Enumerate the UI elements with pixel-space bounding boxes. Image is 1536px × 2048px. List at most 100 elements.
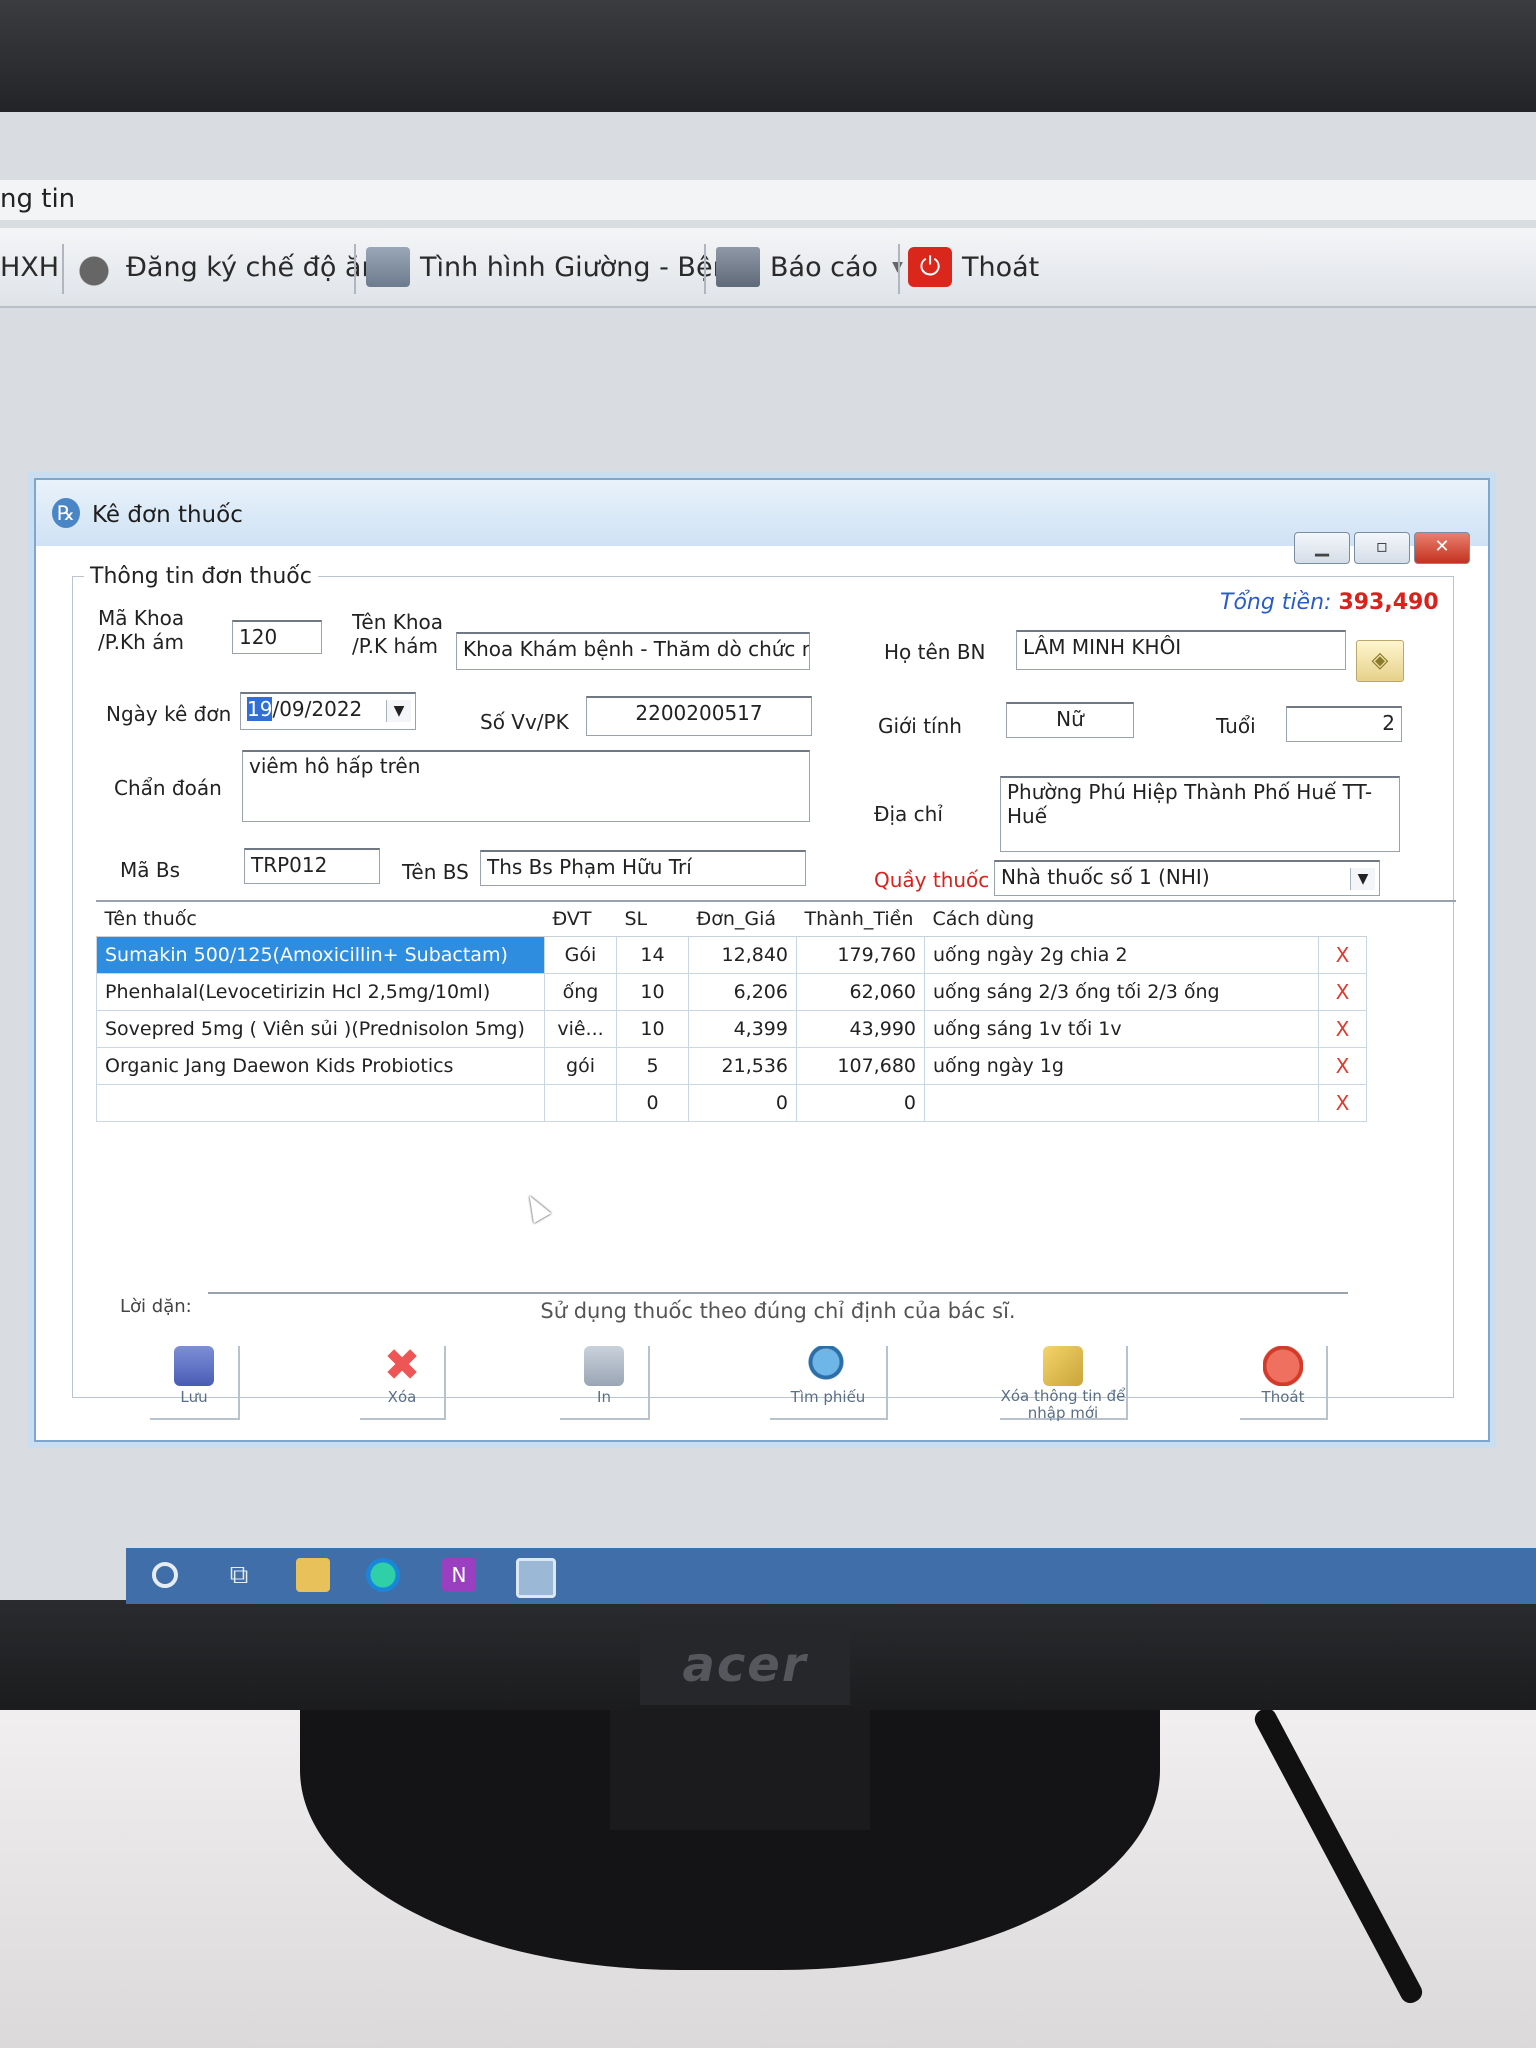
minimize-button[interactable]: ▁ bbox=[1294, 532, 1350, 564]
toolbar-item-beds[interactable]: Tình hình Giường - Bệnh bbox=[366, 242, 747, 292]
chevron-down-icon[interactable]: ▼ bbox=[386, 700, 411, 722]
toolbar-item-label: Tình hình Giường - Bệnh bbox=[420, 251, 747, 283]
cell-don-gia[interactable]: 21,536 bbox=[688, 1047, 797, 1085]
save-button[interactable]: Lưu bbox=[150, 1346, 240, 1420]
total-amount: Tổng tiền: 393,490 bbox=[1216, 590, 1443, 615]
delete-row-button[interactable]: X bbox=[1318, 936, 1367, 974]
cell-cach-dung[interactable]: uống sáng 2/3 ống tối 2/3 ống bbox=[924, 973, 1319, 1011]
onenote-icon[interactable]: N bbox=[442, 1558, 476, 1592]
column-header-sl[interactable]: SL bbox=[616, 902, 689, 937]
tuoi-field[interactable]: 2 bbox=[1286, 706, 1402, 742]
tuoi-label: Tuổi bbox=[1216, 714, 1256, 738]
cell-cach-dung[interactable]: uống ngày 1g bbox=[924, 1047, 1319, 1085]
ten-khoa-field[interactable]: Khoa Khám bệnh - Thăm dò chức n bbox=[456, 632, 810, 670]
column-header-cach-dung[interactable]: Cách dùng bbox=[924, 902, 1319, 937]
patient-lookup-button[interactable]: ◈ bbox=[1356, 640, 1404, 682]
toolbar-item-diet[interactable]: Đăng ký chế độ ăn bbox=[72, 242, 379, 292]
cell-don-gia[interactable]: 4,399 bbox=[688, 1010, 797, 1048]
cell-ten-thuoc[interactable] bbox=[96, 1084, 545, 1122]
cell-thanh-tien[interactable]: 0 bbox=[796, 1084, 925, 1122]
cell-cach-dung[interactable] bbox=[924, 1084, 1319, 1122]
cell-sl[interactable]: 14 bbox=[616, 936, 689, 974]
ngay-ke-don-datepicker[interactable]: 19/09/2022 ▼ bbox=[240, 692, 416, 730]
toolbar-item-bhxh[interactable]: HXH bbox=[0, 242, 59, 292]
cell-thanh-tien[interactable]: 43,990 bbox=[796, 1010, 925, 1048]
cell-don-gia[interactable]: 6,206 bbox=[688, 973, 797, 1011]
exit-button[interactable]: Thoát bbox=[1240, 1346, 1328, 1420]
floppy-disk-icon bbox=[174, 1346, 214, 1386]
cell-dvt[interactable]: ống bbox=[544, 973, 617, 1011]
ma-khoa-label: Mã Khoa /P.Kh ám bbox=[98, 606, 185, 654]
cell-don-gia[interactable]: 12,840 bbox=[688, 936, 797, 974]
find-button[interactable]: Tìm phiếu bbox=[770, 1346, 888, 1420]
bed-icon bbox=[366, 247, 410, 287]
menu-item-partial[interactable]: ng tin bbox=[0, 184, 75, 214]
app-logo-icon: ℞ bbox=[52, 498, 80, 528]
ma-khoa-field[interactable]: 120 bbox=[232, 620, 322, 654]
so-vv-field[interactable]: 2200200517 bbox=[586, 696, 812, 736]
power-icon: ⏻ bbox=[908, 247, 952, 287]
clear-form-button[interactable]: Xóa thông tin để nhập mới bbox=[1000, 1346, 1128, 1422]
toolbar-item-exit[interactable]: ⏻ Thoát bbox=[908, 242, 1039, 292]
quay-thuoc-select[interactable]: Nhà thuốc số 1 (NHI) ▼ bbox=[994, 860, 1380, 896]
cell-ten-thuoc[interactable]: Phenhalal(Levocetirizin Hcl 2,5mg/10ml) bbox=[96, 973, 545, 1011]
ma-bs-field[interactable]: TRP012 bbox=[244, 848, 380, 884]
maximize-button[interactable]: ▫ bbox=[1354, 532, 1410, 564]
ten-bs-field[interactable]: Ths Bs Phạm Hữu Trí bbox=[480, 850, 806, 886]
main-toolbar: HXH Đăng ký chế độ ăn Tình hình Giường -… bbox=[0, 228, 1536, 308]
cell-dvt[interactable]: viê... bbox=[544, 1010, 617, 1048]
cell-dvt[interactable] bbox=[544, 1084, 617, 1122]
delete-row-button[interactable]: X bbox=[1318, 1010, 1367, 1048]
ho-ten-bn-field[interactable]: LÂM MINH KHÔI bbox=[1016, 630, 1346, 670]
cell-cach-dung[interactable]: uống sáng 1v tối 1v bbox=[924, 1010, 1319, 1048]
monitor-bezel-top bbox=[0, 0, 1536, 130]
close-button[interactable]: ✕ bbox=[1414, 532, 1470, 564]
table-row[interactable]: Sovepred 5mg ( Viên sủi )(Prednisolon 5m… bbox=[96, 1010, 1367, 1048]
browser-icon[interactable] bbox=[366, 1558, 400, 1592]
column-header-ten-thuoc[interactable]: Tên thuốc bbox=[96, 902, 545, 937]
ngay-ke-don-label: Ngày kê đơn bbox=[106, 702, 232, 726]
cell-ten-thuoc[interactable]: Sovepred 5mg ( Viên sủi )(Prednisolon 5m… bbox=[96, 1010, 545, 1048]
gioi-tinh-field[interactable]: Nữ bbox=[1006, 702, 1134, 738]
chevron-down-icon[interactable]: ▼ bbox=[1350, 868, 1375, 890]
table-row[interactable]: Organic Jang Daewon Kids Probiotics gói … bbox=[96, 1047, 1367, 1085]
dialog-title-bar[interactable]: ℞ Kê đơn thuốc bbox=[36, 480, 1488, 546]
delete-row-button[interactable]: X bbox=[1318, 1047, 1367, 1085]
cell-sl[interactable]: 0 bbox=[616, 1084, 689, 1122]
cell-thanh-tien[interactable]: 107,680 bbox=[796, 1047, 925, 1085]
search-icon[interactable] bbox=[152, 1562, 178, 1588]
monitor-logo: acer bbox=[640, 1625, 850, 1705]
print-button[interactable]: In bbox=[560, 1346, 650, 1420]
cell-ten-thuoc[interactable]: Organic Jang Daewon Kids Probiotics bbox=[96, 1047, 545, 1085]
toolbar-item-label: Đăng ký chế độ ăn bbox=[126, 251, 379, 283]
column-header-dvt[interactable]: ĐVT bbox=[544, 902, 617, 937]
exit-button-label: Thoát bbox=[1261, 1388, 1305, 1406]
table-row[interactable]: Phenhalal(Levocetirizin Hcl 2,5mg/10ml) … bbox=[96, 973, 1367, 1011]
cell-cach-dung[interactable]: uống ngày 2g chia 2 bbox=[924, 936, 1319, 974]
delete-button[interactable]: ✖ Xóa bbox=[360, 1344, 446, 1420]
cell-don-gia[interactable]: 0 bbox=[688, 1084, 797, 1122]
cell-sl[interactable]: 10 bbox=[616, 973, 689, 1011]
note-field[interactable]: Sử dụng thuốc theo đúng chỉ định của bác… bbox=[208, 1292, 1348, 1328]
cell-thanh-tien[interactable]: 179,760 bbox=[796, 936, 925, 974]
toolbar-item-report[interactable]: Báo cáo ▼ bbox=[716, 242, 903, 292]
table-row-new[interactable]: 0 0 0 X bbox=[96, 1084, 1367, 1122]
folder-icon[interactable] bbox=[296, 1558, 330, 1592]
cell-thanh-tien[interactable]: 62,060 bbox=[796, 973, 925, 1011]
cell-dvt[interactable]: gói bbox=[544, 1047, 617, 1085]
delete-row-button[interactable]: X bbox=[1318, 973, 1367, 1011]
table-row[interactable]: Sumakin 500/125(Amoxicillin+ Subactam) G… bbox=[96, 936, 1367, 974]
chan-doan-field[interactable]: viêm hô hấp trên bbox=[242, 750, 810, 822]
column-header-don-gia[interactable]: Đơn_Giá bbox=[688, 902, 797, 937]
magnifier-icon bbox=[808, 1346, 848, 1386]
quay-thuoc-label: Quầy thuốc bbox=[874, 868, 990, 892]
column-header-thanh-tien[interactable]: Thành_Tiền bbox=[796, 902, 925, 937]
cell-sl[interactable]: 10 bbox=[616, 1010, 689, 1048]
delete-row-button[interactable]: X bbox=[1318, 1084, 1367, 1122]
dia-chi-field[interactable]: Phường Phú Hiệp Thành Phố Huế TT-Huế bbox=[1000, 776, 1400, 852]
task-view-icon[interactable]: ⧉ bbox=[222, 1558, 256, 1592]
hospital-app-icon[interactable] bbox=[516, 1558, 556, 1598]
cell-sl[interactable]: 5 bbox=[616, 1047, 689, 1085]
cell-dvt[interactable]: Gói bbox=[544, 936, 617, 974]
cell-ten-thuoc[interactable]: Sumakin 500/125(Amoxicillin+ Subactam) bbox=[96, 936, 545, 974]
